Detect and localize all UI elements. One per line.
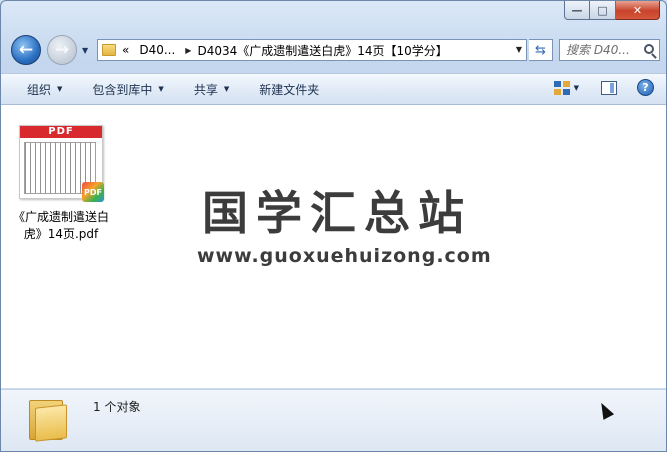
breadcrumb-current[interactable]: D4034《广成遗制遣送白虎》14页【10学分】 <box>197 42 447 59</box>
pdf-banner: PDF <box>20 126 102 138</box>
new-folder-button[interactable]: 新建文件夹 <box>251 77 327 101</box>
share-button[interactable]: 共享 ▼ <box>186 77 237 101</box>
address-dropdown-icon[interactable]: ▼ <box>516 45 522 54</box>
folder-icon <box>29 396 69 442</box>
watermark: 国学汇总站 www.guoxuehuizong.com <box>197 186 492 267</box>
forward-button[interactable]: → <box>47 35 77 65</box>
view-options-dropdown-icon[interactable]: ▼ <box>574 84 579 92</box>
include-in-library-button[interactable]: 包含到库中 ▼ <box>84 77 171 101</box>
change-view-icon[interactable] <box>553 80 570 95</box>
preview-pane-icon[interactable] <box>601 80 617 95</box>
new-folder-label: 新建文件夹 <box>259 82 320 97</box>
address-bar[interactable]: « D40... ▶ D4034《广成遗制遣送白虎》14页【10学分】 ▼ <box>97 39 527 61</box>
folder-icon <box>102 44 116 56</box>
chevron-down-icon: ▼ <box>158 85 164 93</box>
navigation-bar: ← → ▼ « D40... ▶ D4034《广成遗制遣送白虎》14页【10学分… <box>9 31 660 67</box>
search-input[interactable] <box>566 43 642 57</box>
item-count: 1 个对象 <box>93 400 141 414</box>
share-label: 共享 <box>193 82 218 97</box>
recent-pages-dropdown[interactable]: ▼ <box>82 46 88 55</box>
forward-arrow-icon: → <box>54 40 70 60</box>
maximize-button[interactable]: □ <box>590 1 616 20</box>
search-box[interactable] <box>559 39 660 61</box>
help-icon[interactable]: ? <box>637 79 654 96</box>
file-name[interactable]: 《广成遗制遣送白虎》14页.pdf <box>13 209 109 243</box>
breadcrumb-separator-icon[interactable]: ▶ <box>185 46 191 55</box>
organize-label: 组织 <box>27 82 52 97</box>
chevron-down-icon: ▼ <box>223 85 230 93</box>
search-icon[interactable] <box>644 44 654 54</box>
include-in-library-label: 包含到库中 <box>92 82 153 97</box>
breadcrumb-overflow[interactable]: « <box>122 43 129 57</box>
refresh-button[interactable]: ⇆ <box>529 39 553 61</box>
close-button[interactable]: ✕ <box>616 1 660 20</box>
pdf-file-icon: PDF PDF <box>19 125 104 202</box>
watermark-url: www.guoxuehuizong.com <box>197 245 492 267</box>
file-list[interactable]: PDF PDF 《广成遗制遣送白虎》14页.pdf 国学汇总站 www.guox… <box>1 105 666 389</box>
file-item[interactable]: PDF PDF 《广成遗制遣送白虎》14页.pdf <box>13 125 109 243</box>
pdf-badge-icon: PDF <box>82 182 104 202</box>
caption-buttons: — □ ✕ <box>564 1 660 20</box>
command-bar: 组织 ▼ 包含到库中 ▼ 共享 ▼ 新建文件夹 ▼ ? <box>1 73 666 105</box>
back-button[interactable]: ← <box>11 35 41 65</box>
refresh-icon: ⇆ <box>535 42 546 58</box>
watermark-title: 国学汇总站 <box>202 186 472 240</box>
organize-button[interactable]: 组织 ▼ <box>19 77 70 101</box>
back-arrow-icon: ← <box>18 40 34 60</box>
explorer-window: — □ ✕ ← → ▼ « D40... ▶ D4034《广成遗制遣送白虎》14… <box>0 0 667 452</box>
details-pane: 1 个对象 <box>1 390 666 451</box>
breadcrumb-item[interactable]: D40... <box>139 43 175 57</box>
minimize-button[interactable]: — <box>564 1 590 20</box>
toolbar-right: ▼ ? <box>553 79 654 96</box>
chevron-down-icon: ▼ <box>57 85 63 93</box>
